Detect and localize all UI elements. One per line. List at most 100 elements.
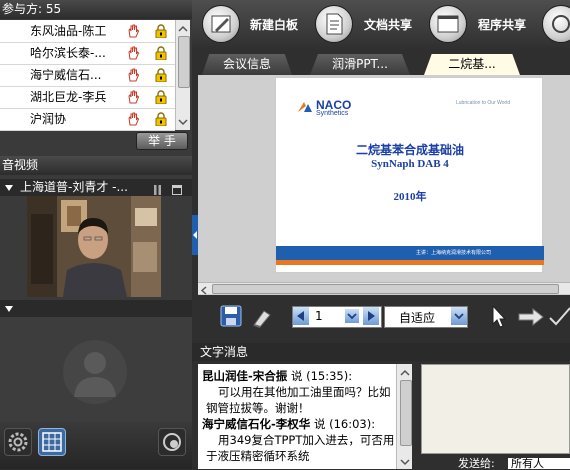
collapse-triangle-icon[interactable] — [4, 179, 14, 201]
next-page-button[interactable] — [363, 307, 379, 325]
slide-title: 二烷基苯合成基础油 — [355, 143, 464, 157]
scroll-down-arrow-icon[interactable] — [178, 116, 188, 126]
cursor-arrow-icon — [492, 304, 507, 328]
page-number-input[interactable]: 1 — [315, 309, 323, 323]
av-header: 音视频 — [0, 156, 192, 175]
hand-icon[interactable] — [127, 68, 139, 82]
naco-logo-mark-icon — [298, 102, 312, 112]
page-navigation-bar: 1 自适应 — [192, 297, 570, 339]
user-silhouette-icon — [63, 340, 127, 404]
clear-annotations-button[interactable] — [250, 305, 274, 332]
new-whiteboard-label[interactable]: 新建白板 — [250, 16, 298, 33]
scroll-up-arrow-icon[interactable] — [400, 367, 410, 377]
send-to-select[interactable]: 所有人 — [508, 458, 570, 469]
layout-grid-button[interactable] — [38, 428, 66, 456]
scroll-thumb[interactable] — [212, 284, 559, 294]
participant-row[interactable]: 沪润协 — [0, 108, 175, 131]
document-share-button[interactable] — [315, 5, 353, 43]
participant-row[interactable]: 湖北巨龙-李兵 — [0, 86, 175, 109]
document-horizontal-scrollbar[interactable] — [198, 282, 570, 295]
raise-hand-button[interactable]: 举 手 — [136, 132, 188, 150]
participant-name: 海宁威信石... — [30, 68, 102, 82]
empty-video-slot — [0, 317, 192, 422]
new-whiteboard-button[interactable] — [202, 5, 240, 43]
zoom-dropdown-button[interactable] — [451, 307, 467, 325]
lock-icon[interactable] — [155, 112, 167, 126]
video-feed — [27, 196, 161, 297]
previous-page-button[interactable] — [293, 307, 309, 325]
chat-time: (16:03): — [329, 417, 376, 431]
tab-meeting-info[interactable]: 会议信息 — [202, 54, 292, 75]
eraser-hand-icon — [253, 310, 271, 328]
right-arrow-icon — [518, 307, 544, 327]
chevron-down-icon — [454, 313, 464, 320]
pointer-tool-button[interactable] — [490, 304, 508, 333]
slide-accent-bar — [276, 260, 544, 265]
participant-name: 哈尔滨长泰-... — [30, 46, 106, 60]
message-input[interactable] — [421, 364, 570, 454]
hand-icon[interactable] — [127, 46, 139, 60]
hand-icon[interactable] — [127, 90, 139, 104]
tab-lubrication-ppt[interactable]: 润滑PPT... — [310, 54, 410, 75]
document-share-label[interactable]: 文档共享 — [364, 16, 412, 33]
participant-list-scrollbar[interactable] — [175, 20, 190, 130]
page-stepper: 1 — [292, 306, 382, 328]
slide-footer: 主讲：上海纳克润滑技术有限公司 — [416, 250, 492, 256]
tab-dialkylbenzene[interactable]: 二烷基... — [424, 54, 520, 75]
participant-name: 东风油品-陈工 — [30, 24, 107, 38]
left-triangle-icon — [297, 311, 304, 321]
video-title-bar-2 — [0, 300, 192, 317]
participant-row[interactable]: 东风油品-陈工 — [0, 20, 175, 43]
scroll-down-arrow-icon[interactable] — [400, 456, 410, 466]
program-share-button[interactable] — [429, 5, 467, 43]
chat-sender: 昆山润佳-宋合振 — [202, 369, 288, 383]
chat-says: 说 — [313, 417, 326, 431]
participants-title: 参与方: 55 — [2, 2, 62, 16]
video-title-bar: 上海道普-刘青才 -... — [0, 179, 192, 196]
text-messages-header: 文字消息 — [192, 343, 570, 361]
page-dropdown-button[interactable] — [345, 309, 359, 323]
chat-message: 海宁威信石化-李权华 说 (16:03): 用349复合TPPT加入进去，可否用… — [202, 416, 396, 464]
participant-name: 湖北巨龙-李兵 — [30, 90, 107, 104]
chat-scrollbar[interactable] — [396, 364, 412, 469]
video-speaker-name: 上海道普-刘青才 -... — [20, 180, 128, 194]
gear-icon — [8, 432, 28, 452]
scroll-left-arrow-icon[interactable] — [200, 284, 209, 295]
document-icon — [326, 13, 343, 35]
settings-gear-button[interactable] — [4, 428, 32, 456]
participant-list: 东风油品-陈工 哈尔滨长泰-... 海宁威信石... 湖北巨龙-李兵 沪润协 — [0, 20, 175, 131]
hand-icon[interactable] — [127, 24, 139, 38]
chat-message: 昆山润佳-宋合振 说 (15:35): 可以用在其他加工油里面吗？比如钢管拉拔等… — [202, 368, 396, 416]
more-tools-button[interactable] — [542, 5, 570, 43]
chevron-down-icon — [347, 313, 357, 320]
record-button[interactable] — [158, 428, 186, 456]
hand-icon[interactable] — [127, 112, 139, 126]
program-share-label[interactable]: 程序共享 — [478, 16, 526, 33]
zoom-select[interactable]: 自适应 — [384, 306, 468, 328]
participant-row[interactable]: 海宁威信石... — [0, 64, 175, 87]
slide-footer-bar: 主讲：上海纳克润滑技术有限公司 — [276, 246, 544, 260]
arrow-tool-button[interactable] — [517, 306, 545, 331]
maximize-icon[interactable] — [172, 183, 182, 200]
scroll-up-arrow-icon[interactable] — [178, 23, 188, 33]
lock-icon[interactable] — [155, 24, 167, 38]
chat-time: (15:35): — [306, 369, 353, 383]
send-to-label: 发送给: — [458, 457, 495, 470]
pen-tool-button[interactable] — [548, 306, 570, 331]
slide-subtitle: SynNaph DAB 4 — [371, 158, 449, 170]
participant-row[interactable]: 哈尔滨长泰-... — [0, 42, 175, 65]
chat-sender: 海宁威信石化-李权华 — [202, 417, 311, 431]
lock-icon[interactable] — [155, 68, 167, 82]
scroll-thumb[interactable] — [400, 380, 412, 446]
more-tools-icon — [552, 15, 570, 33]
slide-year: 2010年 — [393, 191, 427, 203]
save-button[interactable] — [220, 305, 242, 330]
lock-icon[interactable] — [155, 90, 167, 104]
participant-name: 沪润协 — [30, 112, 67, 126]
record-icon — [163, 433, 181, 451]
main-toolbar: 新建白板 文档共享 程序共享 — [192, 0, 570, 50]
text-messages-title: 文字消息 — [200, 345, 249, 359]
lock-icon[interactable] — [155, 46, 167, 60]
scroll-thumb[interactable] — [178, 36, 190, 88]
zoom-value: 自适应 — [399, 311, 436, 325]
